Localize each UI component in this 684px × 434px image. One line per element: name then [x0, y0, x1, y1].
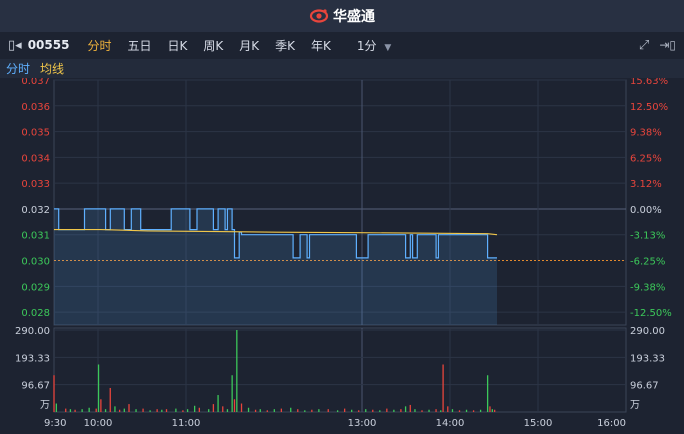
volume-tick-label: 96.67	[21, 381, 50, 392]
percent-tick-label: 3.12%	[630, 179, 662, 190]
indicator-legend: 分时 均线	[0, 59, 684, 78]
price-tick-label: 0.029	[21, 282, 50, 293]
legend-price-line: 分时	[6, 62, 31, 76]
tab-intraday[interactable]: 分时	[79, 37, 119, 54]
stock-code: 00555	[27, 38, 70, 52]
volume-panel-frame	[53, 327, 627, 413]
brand-logo: 华盛通	[309, 6, 375, 26]
time-tick-label: 10:00	[84, 418, 113, 429]
sidebar-toggle-icon[interactable]: ▯◂	[0, 38, 26, 53]
detach-icon[interactable]: ⇥▯	[655, 38, 684, 52]
volume-unit-label: 万	[630, 400, 640, 411]
tab-quarterly-k[interactable]: 季K	[267, 37, 303, 54]
time-tick-label: 11:00	[172, 418, 201, 429]
intraday-chart[interactable]: 0.037 15.63% 0.036 12.50% 0.035 9.38% 0.034 6.2…	[0, 78, 684, 434]
volume-tick-label: 290.00	[15, 326, 50, 337]
interval-select[interactable]: 1分 ▼	[339, 37, 397, 54]
price-tick-label: 0.031	[21, 231, 50, 242]
tab-five-day[interactable]: 五日	[119, 37, 159, 54]
title-bar: 华盛通	[0, 0, 684, 32]
percent-tick-label: 6.25%	[630, 153, 662, 164]
tab-yearly-k[interactable]: 年K	[303, 37, 339, 54]
percent-tick-label: 0.00%	[630, 205, 662, 216]
time-tick-label: 15:00	[524, 418, 553, 429]
brand-name: 华盛通	[333, 9, 375, 25]
percent-tick-label: 9.38%	[630, 128, 662, 139]
price-tick-label: 0.032	[21, 205, 50, 216]
volume-tick-label: 96.67	[630, 381, 659, 392]
legend-average-line: 均线	[40, 62, 65, 76]
interval-value: 1分	[356, 38, 377, 53]
percent-tick-label: -12.50%	[630, 308, 672, 319]
fullscreen-icon[interactable]: ⤢	[633, 38, 655, 53]
price-tick-label: 0.035	[21, 128, 50, 139]
price-tick-label: 0.028	[21, 308, 50, 319]
volume-tick-label: 193.33	[15, 353, 50, 364]
percent-tick-label: -6.25%	[630, 257, 665, 268]
price-tick-label: 0.034	[21, 153, 50, 164]
time-tick-label: 14:00	[436, 418, 465, 429]
price-tick-label: 0.036	[21, 102, 50, 113]
time-tick-label: 9:30	[44, 418, 66, 429]
toolbar: ▯◂ 00555 分时 五日 日K 周K 月K 季K 年K 1分 ▼ ⤢ ⇥▯	[0, 32, 684, 58]
volume-tick-label: 193.33	[630, 353, 665, 364]
price-tick-label: 0.033	[21, 179, 50, 190]
tab-weekly-k[interactable]: 周K	[195, 37, 231, 54]
eye-logo-icon	[309, 9, 329, 23]
volume-tick-label: 290.00	[630, 326, 665, 337]
tab-daily-k[interactable]: 日K	[159, 37, 195, 54]
price-tick-label: 0.030	[21, 257, 50, 268]
percent-tick-label: 15.63%	[630, 78, 668, 87]
price-tick-label: 0.037	[21, 78, 50, 87]
percent-tick-label: -9.38%	[630, 282, 665, 293]
time-tick-label: 16:00	[597, 418, 626, 429]
time-tick-label: 13:00	[348, 418, 377, 429]
chevron-down-icon: ▼	[384, 42, 392, 53]
percent-tick-label: -3.13%	[630, 231, 665, 242]
percent-tick-label: 12.50%	[630, 102, 668, 113]
price-area-fill	[54, 208, 497, 325]
tab-monthly-k[interactable]: 月K	[231, 37, 267, 54]
volume-unit-label: 万	[40, 400, 50, 411]
